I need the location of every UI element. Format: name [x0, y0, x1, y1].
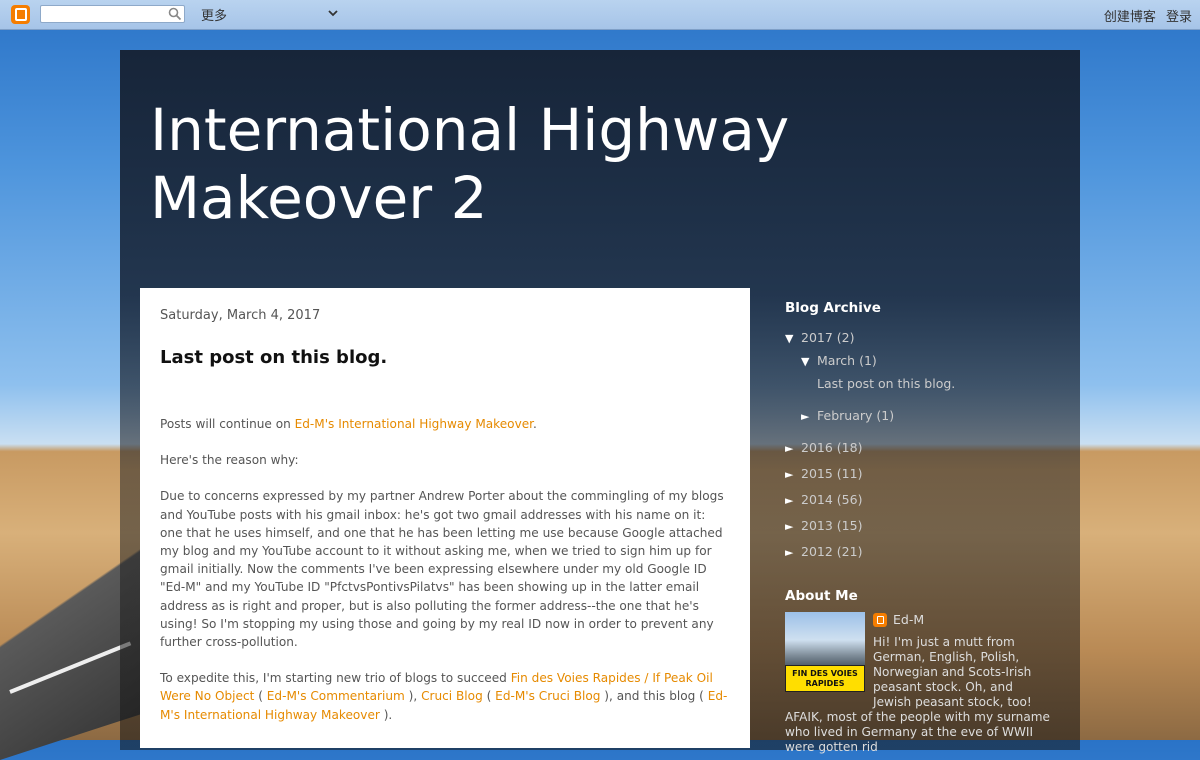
archive-year-2012[interactable]: ► 2012 (21) [785, 544, 1050, 561]
archive-label[interactable]: 2014 [801, 492, 833, 507]
archive-count: (2) [836, 330, 855, 345]
archive-post-link[interactable]: Last post on this blog. [785, 376, 1050, 392]
profile-name[interactable]: Ed-M [893, 612, 924, 627]
post-title[interactable]: Last post on this blog. [160, 347, 730, 368]
archive-year-2017[interactable]: ▼ 2017 (2) [785, 330, 1050, 347]
post-paragraph: Here's the reason why: [160, 453, 299, 468]
post-text: ( [482, 689, 496, 704]
post-text: . [533, 417, 537, 431]
search-input[interactable] [40, 5, 185, 23]
archive-count: (1) [859, 353, 877, 368]
post-paragraph: Due to concerns expressed by my partner … [160, 489, 724, 650]
post-date: Saturday, March 4, 2017 [160, 308, 321, 323]
blog-title[interactable]: International Highway Makeover 2 [150, 96, 1050, 232]
expand-toggle-icon[interactable]: ► [785, 493, 801, 509]
expand-toggle-icon[interactable]: ► [785, 545, 801, 561]
archive-count: (18) [836, 440, 863, 455]
expand-toggle-icon[interactable]: ► [801, 409, 817, 425]
link-commentarium[interactable]: Ed-M's Commentarium [267, 689, 405, 703]
post-text: ), [404, 689, 422, 704]
post-text: ). [379, 707, 393, 722]
archive-count: (1) [876, 408, 895, 423]
archive-month-february[interactable]: ► February (1) [785, 408, 1050, 425]
archive-count: (11) [836, 466, 863, 481]
archive-count: (21) [836, 544, 863, 559]
archive-count: (15) [836, 518, 863, 533]
post-text: Posts will continue on [160, 417, 295, 431]
expand-toggle-icon[interactable]: ► [785, 467, 801, 483]
expand-toggle-icon[interactable]: ▼ [801, 354, 817, 370]
archive-year-2015[interactable]: ► 2015 (11) [785, 466, 1050, 483]
post-paragraph: Posts will continue on Ed-M's Internatio… [160, 415, 730, 433]
post-text: To expedite this, I'm starting new trio … [160, 671, 511, 686]
more-label: 更多 [201, 9, 228, 24]
archive-label[interactable]: March [817, 353, 855, 368]
profile-sign: FIN DES VOIES RAPIDES [785, 665, 865, 692]
link-cruci-blog[interactable]: Cruci Blog [421, 689, 483, 703]
archive-year-2016[interactable]: ► 2016 (18) [785, 440, 1050, 457]
archive-label[interactable]: 2017 [801, 330, 833, 345]
about-me-widget: About Me FIN DES VOIES RAPIDES Ed-M Hi! … [785, 588, 1050, 755]
sidebar: Blog Archive ▼ 2017 (2) ▼ March (1) Last p… [785, 300, 1050, 755]
blogger-profile-icon [873, 612, 887, 627]
expand-toggle-icon[interactable]: ► [785, 519, 801, 535]
blog-archive: ▼ 2017 (2) ▼ March (1) Last post on this b… [785, 330, 1050, 561]
post-paragraph: To expedite this, I'm starting new trio … [160, 669, 730, 724]
profile-name-link[interactable]: Ed-M [873, 612, 1050, 627]
link-ed-m-cruci-blog[interactable]: Ed-M's Cruci Blog [495, 689, 600, 703]
archive-title: Blog Archive [785, 300, 881, 316]
archive-label[interactable]: 2016 [801, 440, 833, 455]
sign-in-link[interactable]: 登录 [1166, 10, 1192, 25]
expand-toggle-icon[interactable]: ► [785, 441, 801, 457]
archive-label[interactable]: 2015 [801, 466, 833, 481]
post-card: Saturday, March 4, 2017 Last post on thi… [140, 288, 750, 748]
blogger-logo-icon[interactable] [11, 5, 30, 24]
post-text: ), and this blog ( [600, 689, 708, 704]
post-body: Posts will continue on Ed-M's Internatio… [160, 415, 730, 724]
link-international-highway-makeover[interactable]: Ed-M's International Highway Makeover [295, 417, 533, 431]
archive-label[interactable]: 2013 [801, 518, 833, 533]
navbar-links: 创建博客 登录 [1098, 6, 1192, 25]
archive-label[interactable]: 2012 [801, 544, 833, 559]
about-title: About Me [785, 588, 858, 604]
chevron-down-icon [328, 10, 338, 17]
post-text: ( [254, 689, 267, 704]
archive-year-2014[interactable]: ► 2014 (56) [785, 492, 1050, 509]
archive-label[interactable]: February [817, 408, 872, 423]
top-navbar: 更多 创建博客 登录 [0, 0, 1200, 30]
search-icon[interactable] [168, 7, 182, 21]
archive-count: (56) [836, 492, 863, 507]
create-blog-link[interactable]: 创建博客 [1104, 10, 1156, 25]
expand-toggle-icon[interactable]: ▼ [785, 331, 801, 347]
profile-avatar[interactable]: FIN DES VOIES RAPIDES [785, 612, 865, 692]
archive-month-march[interactable]: ▼ March (1) [785, 353, 1050, 370]
more-dropdown[interactable]: 更多 [201, 5, 341, 24]
archive-year-2013[interactable]: ► 2013 (15) [785, 518, 1050, 535]
